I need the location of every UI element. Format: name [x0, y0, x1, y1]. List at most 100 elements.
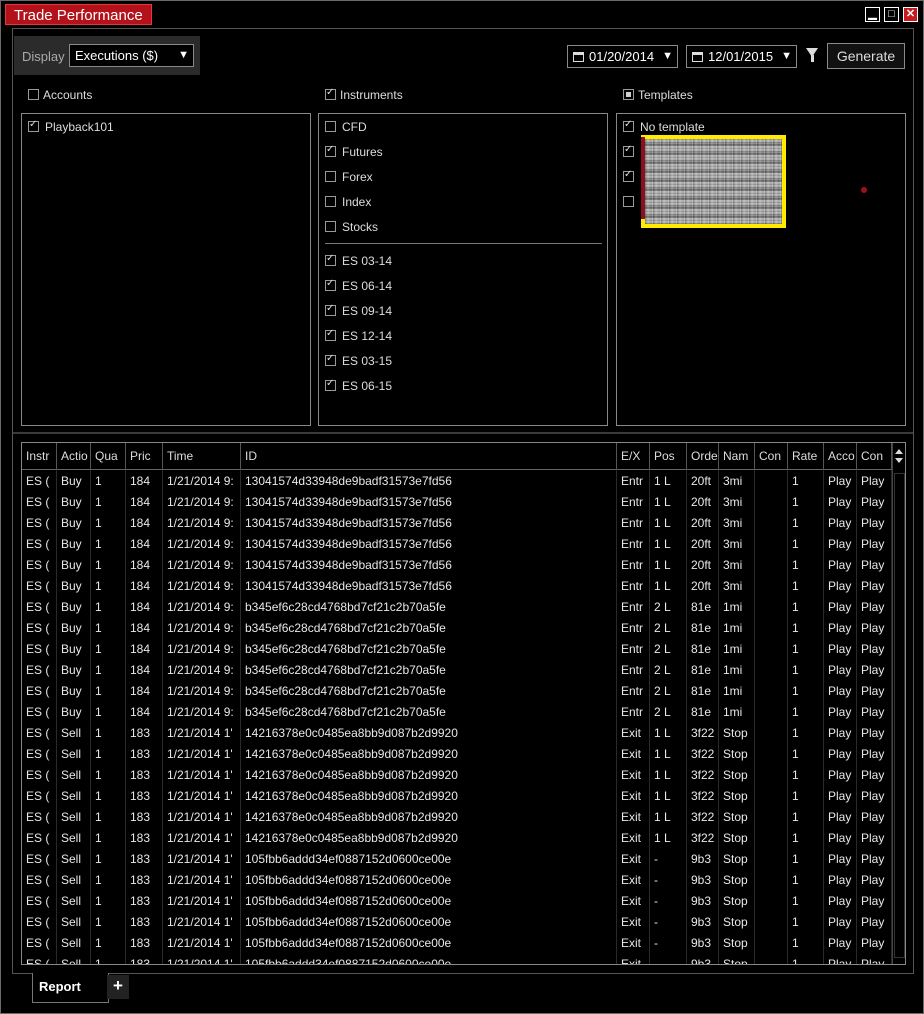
- filter-icon-stem[interactable]: [811, 55, 814, 62]
- column-header[interactable]: Qua: [91, 443, 126, 470]
- template-item[interactable]: No template: [623, 119, 705, 134]
- table-cell: Exit: [621, 810, 642, 824]
- table-row[interactable]: ES (Buy 1 184 1/21/2014 9: b345ef6c28cd4768b…: [22, 618, 892, 639]
- instruments-select-all-checkbox[interactable]: [325, 87, 336, 100]
- generate-button[interactable]: Generate: [827, 43, 905, 69]
- table-row[interactable]: ES (Buy 1 184 1/21/2014 9: b345ef6c28cd4768b…: [22, 702, 892, 723]
- panel-splitter[interactable]: [13, 432, 913, 434]
- table-cell: Entr: [621, 579, 644, 593]
- contract-checkbox[interactable]: [325, 303, 336, 316]
- table-row[interactable]: ES (Buy 1 184 1/21/2014 9: 13041574d33948de9…: [22, 576, 892, 597]
- vertical-scrollbar[interactable]: [892, 443, 905, 964]
- instrument-type-futures[interactable]: Futures: [325, 144, 383, 159]
- table-cell: 1: [792, 936, 799, 950]
- contract-item[interactable]: ES 03-15: [325, 353, 392, 368]
- add-tab-button[interactable]: +: [107, 975, 129, 999]
- templates-header[interactable]: Templates: [623, 88, 693, 102]
- table-row[interactable]: ES (Buy 1 184 1/21/2014 9: b345ef6c28cd4768b…: [22, 597, 892, 618]
- contract-checkbox[interactable]: [325, 278, 336, 291]
- instrument-checkbox[interactable]: [325, 221, 336, 232]
- scrollbar-thumb[interactable]: [894, 473, 905, 958]
- table-cell: Play: [828, 705, 852, 719]
- column-header[interactable]: Orde: [687, 443, 719, 470]
- sort-down-icon[interactable]: [895, 458, 903, 463]
- tab-report[interactable]: Report: [32, 973, 109, 1003]
- contract-checkbox[interactable]: [325, 378, 336, 391]
- close-button[interactable]: ✕: [903, 7, 918, 22]
- table-cell: Entr: [621, 705, 644, 719]
- column-header[interactable]: E/X: [617, 443, 650, 470]
- instrument-checkbox[interactable]: [325, 121, 336, 132]
- table-row[interactable]: ES (Sell 1 183 1/21/2014 1' 105fbb6addd34ef0…: [22, 891, 892, 912]
- template-checkbox[interactable]: [623, 169, 634, 182]
- instrument-checkbox[interactable]: [325, 196, 336, 207]
- table-cell: Play: [828, 600, 852, 614]
- table-row[interactable]: ES (Sell 1 183 1/21/2014 1' 14216378e0c0485e…: [22, 723, 892, 744]
- start-date-picker[interactable]: 01/20/2014 ▼: [567, 45, 678, 68]
- column-header[interactable]: Actio: [57, 443, 91, 470]
- account-checkbox[interactable]: [28, 119, 39, 132]
- table-row[interactable]: ES (Sell 1 183 1/21/2014 1' 14216378e0c0485e…: [22, 786, 892, 807]
- table-row[interactable]: ES (Sell 1 183 1/21/2014 1' 105fbb6addd34ef0…: [22, 849, 892, 870]
- template-checkbox[interactable]: [623, 119, 634, 132]
- column-header[interactable]: Pos: [650, 443, 687, 470]
- table-row[interactable]: ES (Sell 1 183 1/21/2014 1' 14216378e0c0485e…: [22, 765, 892, 786]
- contract-item[interactable]: ES 06-14: [325, 278, 392, 293]
- instrument-checkbox[interactable]: [325, 171, 336, 182]
- accounts-select-all-checkbox[interactable]: [28, 89, 39, 100]
- template-item[interactable]: [623, 195, 640, 209]
- account-item[interactable]: Playback101: [28, 119, 114, 134]
- table-row[interactable]: ES (Buy 1 184 1/21/2014 9: 13041574d33948de9…: [22, 471, 892, 492]
- table-row[interactable]: ES (Buy 1 184 1/21/2014 9: b345ef6c28cd4768b…: [22, 681, 892, 702]
- table-row[interactable]: ES (Sell 1 183 1/21/2014 1' 105fbb6addd34ef0…: [22, 954, 892, 964]
- column-header[interactable]: Time: [163, 443, 241, 470]
- column-header[interactable]: Pric: [126, 443, 163, 470]
- instrument-type-index[interactable]: Index: [325, 195, 371, 209]
- instrument-type-forex[interactable]: Forex: [325, 170, 373, 184]
- template-checkbox[interactable]: [623, 196, 634, 207]
- template-checkbox[interactable]: [623, 144, 634, 157]
- column-header[interactable]: ID: [241, 443, 617, 470]
- table-row[interactable]: ES (Sell 1 183 1/21/2014 1' 14216378e0c0485e…: [22, 744, 892, 765]
- templates-select-all-checkbox[interactable]: [623, 89, 634, 100]
- contract-item[interactable]: ES 09-14: [325, 303, 392, 318]
- contract-item[interactable]: ES 06-15: [325, 378, 392, 393]
- accounts-header[interactable]: Accounts: [28, 88, 92, 102]
- table-cell: 2 L: [654, 621, 671, 635]
- contract-checkbox[interactable]: [325, 328, 336, 341]
- column-header[interactable]: Instr: [22, 443, 57, 470]
- contract-checkbox[interactable]: [325, 353, 336, 366]
- table-row[interactable]: ES (Buy 1 184 1/21/2014 9: 13041574d33948de9…: [22, 492, 892, 513]
- table-cell: 1: [95, 621, 102, 635]
- contract-item[interactable]: ES 03-14: [325, 253, 392, 268]
- minimize-button[interactable]: ▁: [865, 7, 880, 22]
- template-item[interactable]: [623, 144, 640, 159]
- table-row[interactable]: ES (Sell 1 183 1/21/2014 1' 14216378e0c0485e…: [22, 807, 892, 828]
- sort-up-icon[interactable]: [895, 449, 903, 454]
- maximize-button[interactable]: □: [884, 7, 899, 22]
- title-bar[interactable]: Trade Performance ▁ □ ✕: [1, 1, 923, 27]
- instrument-type-stocks[interactable]: Stocks: [325, 220, 378, 234]
- contract-checkbox[interactable]: [325, 253, 336, 266]
- table-row[interactable]: ES (Sell 1 183 1/21/2014 1' 14216378e0c0485e…: [22, 828, 892, 849]
- table-row[interactable]: ES (Buy 1 184 1/21/2014 9: 13041574d33948de9…: [22, 513, 892, 534]
- column-header[interactable]: Con: [857, 443, 892, 470]
- instrument-type-cfd[interactable]: CFD: [325, 120, 367, 134]
- template-item[interactable]: [623, 169, 640, 184]
- instruments-header[interactable]: Instruments: [325, 87, 403, 102]
- column-header[interactable]: Rate: [788, 443, 824, 470]
- column-header[interactable]: Con: [755, 443, 788, 470]
- instrument-checkbox[interactable]: [325, 144, 336, 157]
- table-row[interactable]: ES (Sell 1 183 1/21/2014 1' 105fbb6addd34ef0…: [22, 912, 892, 933]
- table-row[interactable]: ES (Sell 1 183 1/21/2014 1' 105fbb6addd34ef0…: [22, 870, 892, 891]
- table-row[interactable]: ES (Buy 1 184 1/21/2014 9: b345ef6c28cd4768b…: [22, 660, 892, 681]
- table-row[interactable]: ES (Buy 1 184 1/21/2014 9: 13041574d33948de9…: [22, 534, 892, 555]
- display-dropdown[interactable]: Executions ($) ▼: [69, 44, 194, 67]
- table-row[interactable]: ES (Buy 1 184 1/21/2014 9: 13041574d33948de9…: [22, 555, 892, 576]
- column-header[interactable]: Acco: [824, 443, 857, 470]
- column-header[interactable]: Nam: [719, 443, 755, 470]
- table-row[interactable]: ES (Buy 1 184 1/21/2014 9: b345ef6c28cd4768b…: [22, 639, 892, 660]
- table-row[interactable]: ES (Sell 1 183 1/21/2014 1' 105fbb6addd34ef0…: [22, 933, 892, 954]
- contract-item[interactable]: ES 12-14: [325, 328, 392, 343]
- end-date-picker[interactable]: 12/01/2015 ▼: [686, 45, 797, 68]
